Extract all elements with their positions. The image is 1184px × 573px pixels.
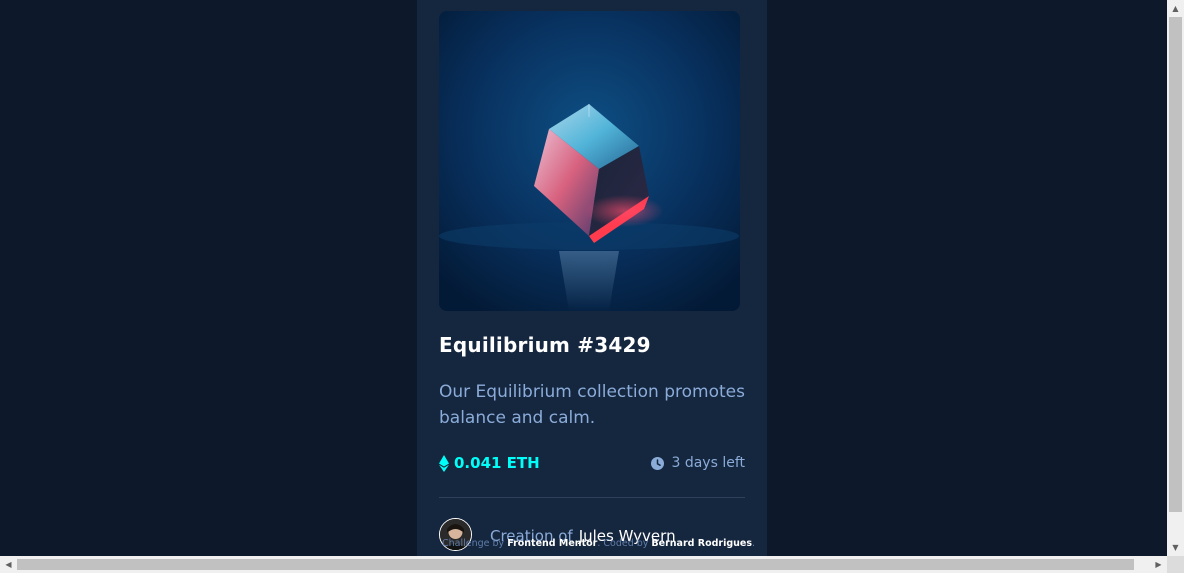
attribution: Challenge by Frontend Mentor. Coded by B…	[442, 538, 755, 549]
time-left: 3 days left	[651, 455, 745, 471]
vertical-scrollbar[interactable]: ▲ ▼	[1167, 0, 1184, 556]
attribution-challenge-prefix: Challenge by	[442, 538, 505, 549]
attribution-suffix: .	[752, 538, 756, 549]
nft-card: Equilibrium #3429 Our Equilibrium collec…	[417, 0, 767, 556]
card-description: Our Equilibrium collection promotes bala…	[439, 382, 745, 428]
divider	[439, 497, 745, 498]
chevron-right-icon[interactable]: ▶	[1150, 556, 1167, 573]
frontend-mentor-link[interactable]: Frontend Mentor	[507, 538, 597, 549]
horizontal-scroll-thumb[interactable]	[17, 559, 1134, 570]
chevron-left-icon[interactable]: ◀	[0, 556, 17, 573]
vertical-scroll-thumb[interactable]	[1169, 17, 1182, 512]
price-value: 0.041 ETH	[454, 454, 540, 472]
time-left-value: 3 days left	[671, 455, 745, 471]
ethereum-icon	[439, 454, 449, 472]
clock-icon	[651, 456, 665, 470]
page-viewport: Equilibrium #3429 Our Equilibrium collec…	[0, 0, 1167, 556]
author-link[interactable]: Bernard Rodrigues	[651, 538, 752, 549]
equilibrium-cube-illustration	[439, 11, 740, 311]
scrollbar-corner	[1167, 556, 1184, 573]
chevron-up-icon[interactable]: ▲	[1167, 0, 1184, 17]
price: 0.041 ETH	[439, 454, 540, 472]
nft-image[interactable]	[439, 11, 740, 311]
card-title[interactable]: Equilibrium #3429	[439, 333, 651, 357]
attribution-coded-prefix: . Coded by	[597, 538, 649, 549]
chevron-down-icon[interactable]: ▼	[1167, 539, 1184, 556]
horizontal-scrollbar[interactable]: ◀ ▶	[0, 556, 1167, 573]
